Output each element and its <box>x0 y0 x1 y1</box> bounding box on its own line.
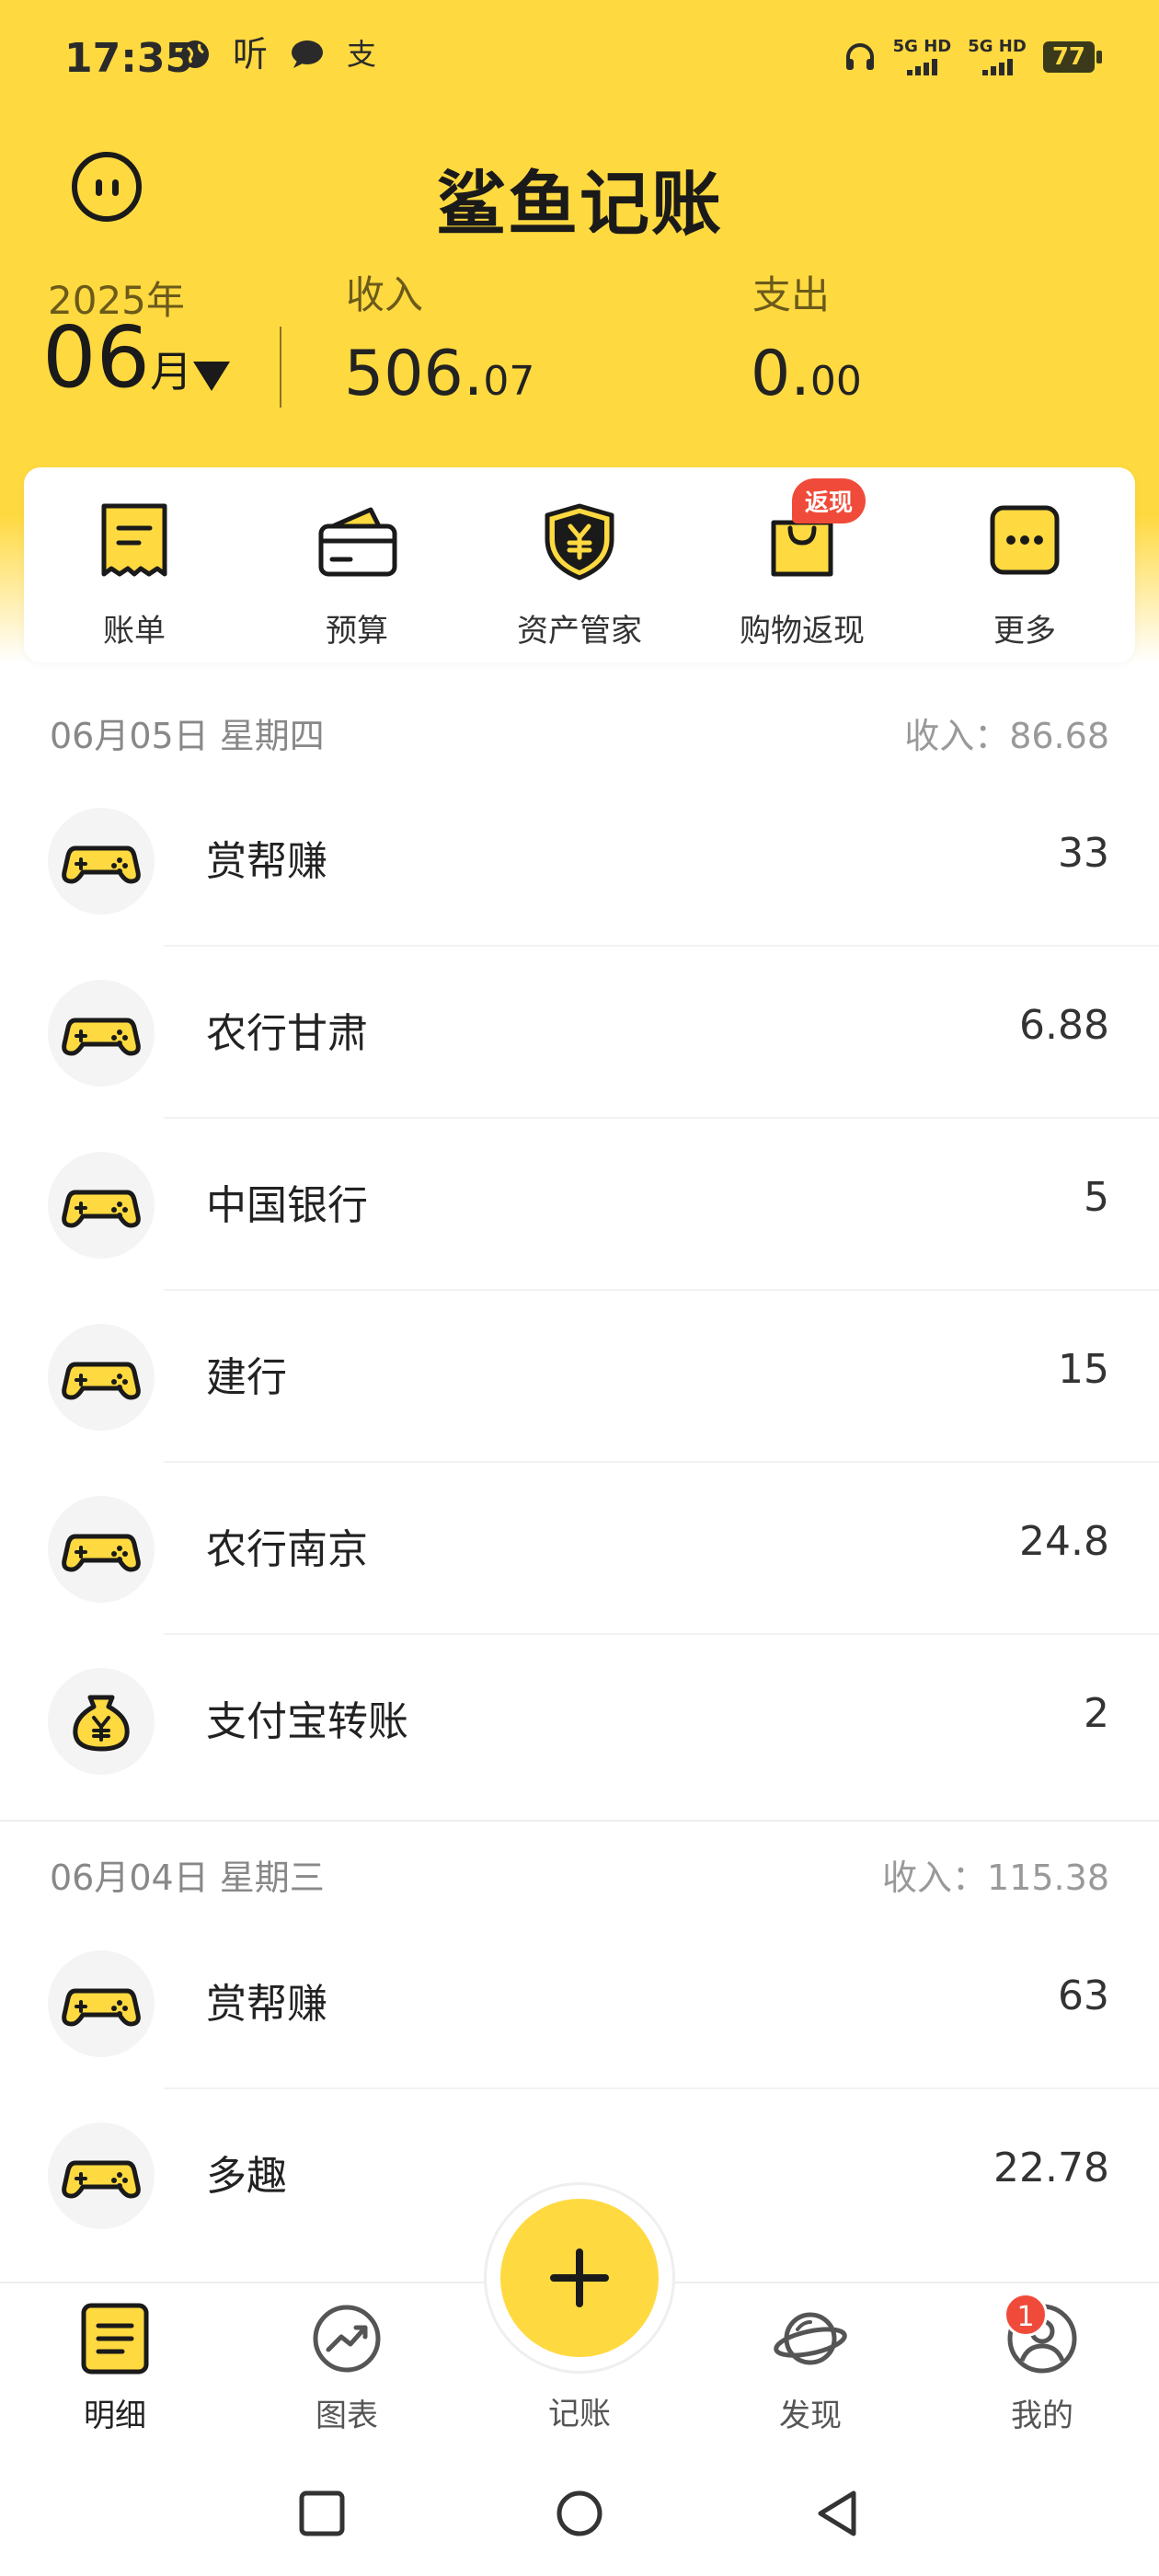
transaction-name: 多趣 <box>206 2153 287 2200</box>
tab-detail[interactable]: 明细 <box>23 2302 207 2435</box>
transaction-row[interactable]: 中国银行 5 <box>0 1119 1159 1291</box>
chart-trend-icon <box>313 2305 381 2373</box>
transaction-amount: 6.88 <box>1019 1002 1109 1049</box>
category-icon <box>48 980 155 1087</box>
title-bar: 鲨鱼记账 <box>0 138 1159 245</box>
transaction-name: 赏帮赚 <box>206 1981 327 2028</box>
chat-bubble-icon <box>292 40 324 68</box>
battery-indicator: 77 <box>1042 41 1103 73</box>
category-icon <box>48 1496 155 1603</box>
expense-value: 0.00 <box>751 338 862 410</box>
app-title: 鲨鱼记账 <box>436 163 723 245</box>
transaction-amount: 5 <box>1084 1174 1109 1221</box>
category-icon <box>48 2122 155 2229</box>
gamepad-icon <box>62 2160 141 2199</box>
tab-chart[interactable]: 图表 <box>255 2302 439 2435</box>
headphones-icon <box>845 43 874 70</box>
transaction-name: 农行南京 <box>206 1526 368 1573</box>
transaction-amount: 24.8 <box>1019 1518 1109 1565</box>
transaction-name: 农行甘肃 <box>206 1010 368 1057</box>
day-date: 06月04日 星期三 <box>50 1857 325 1898</box>
category-icon <box>48 1950 155 2057</box>
section-divider <box>0 1820 1159 1822</box>
quick-action-shopping-cashback[interactable]: 返现 购物返现 <box>692 478 912 650</box>
detail-list-icon <box>81 2303 149 2375</box>
system-nav-bar <box>0 2447 1159 2576</box>
money-bag-icon <box>73 1695 130 1752</box>
status-bar: 17:35 听 支 5G HD 5G HD 77 <box>0 0 1159 120</box>
recent-apps-button[interactable] <box>298 2490 346 2537</box>
notification-badge: 1 <box>1004 2293 1048 2337</box>
ting-app-icon: 听 <box>233 34 269 75</box>
alipay-icon: 支 <box>347 37 377 72</box>
signal-sim2: 5G HD <box>968 39 1027 75</box>
day-income-total: 收入：86.68 <box>904 716 1109 756</box>
day-income-total: 收入：115.38 <box>882 1857 1109 1898</box>
gamepad-icon <box>62 1988 141 2027</box>
category-icon <box>48 1324 155 1431</box>
income-value: 506.07 <box>344 338 535 410</box>
expense-label: 支出 <box>752 272 831 317</box>
transaction-name: 赏帮赚 <box>206 838 327 885</box>
transaction-row[interactable]: 建行 15 <box>0 1291 1159 1463</box>
category-icon <box>48 1668 155 1775</box>
transaction-row[interactable]: 赏帮赚 63 <box>0 1917 1159 2089</box>
transaction-name: 中国银行 <box>206 1182 368 1229</box>
add-record-button[interactable] <box>500 2199 659 2357</box>
transaction-amount: 22.78 <box>993 2145 1109 2191</box>
transaction-amount: 33 <box>1058 830 1109 877</box>
quick-actions-card: 账单 预算 资产管家 返现 购物返现 更多 <box>24 467 1135 662</box>
gamepad-icon <box>62 1018 141 1056</box>
month-summary: 2025年 06月 收入 506.07 支出 0.00 <box>0 262 1159 409</box>
gamepad-icon <box>62 845 141 884</box>
gamepad-icon <box>62 1534 141 1572</box>
transaction-amount: 63 <box>1058 1972 1109 2019</box>
quick-action-asset-manager[interactable]: 资产管家 <box>469 500 690 650</box>
quick-action-budget[interactable]: 预算 <box>247 500 467 650</box>
month-selector[interactable]: 06月 <box>42 316 192 400</box>
status-icons-left: 听 支 <box>179 37 376 72</box>
home-button[interactable] <box>556 2490 603 2537</box>
transaction-name: 支付宝转账 <box>206 1698 408 1745</box>
transaction-amount: 15 <box>1058 1346 1109 1393</box>
gamepad-icon <box>62 1190 141 1228</box>
day-header: 06月04日 星期三 收入：115.38 <box>0 1836 1159 1910</box>
bill-icon <box>101 503 167 577</box>
day-header: 06月05日 星期四 收入：86.68 <box>0 695 1159 768</box>
planet-icon <box>774 2312 847 2365</box>
quick-action-bill[interactable]: 账单 <box>24 500 245 650</box>
gamepad-icon <box>62 1362 141 1400</box>
tab-discover[interactable]: 发现 <box>718 2302 902 2435</box>
transaction-row[interactable]: 农行南京 24.8 <box>0 1463 1159 1635</box>
back-button[interactable] <box>813 2490 861 2537</box>
category-icon <box>48 808 155 914</box>
cashback-badge: 返现 <box>791 478 866 523</box>
more-icon <box>990 505 1060 575</box>
day-date: 06月05日 星期四 <box>50 716 325 756</box>
month-value: 06 <box>42 308 151 407</box>
month-unit: 月 <box>150 347 193 397</box>
month-dropdown-icon[interactable] <box>193 362 230 391</box>
transaction-row[interactable]: 支付宝转账 2 <box>0 1635 1159 1807</box>
income-label: 收入 <box>346 272 424 317</box>
signal-sim1: 5G HD <box>893 39 951 75</box>
globe-icon <box>181 40 209 68</box>
tab-mine[interactable]: 1 我的 <box>950 2293 1134 2435</box>
status-icons-right: 5G HD 5G HD 77 <box>843 39 1103 75</box>
add-record-label: 记账 <box>548 2396 611 2432</box>
quick-action-more[interactable]: 更多 <box>914 500 1135 650</box>
transaction-name: 建行 <box>206 1354 287 1401</box>
transaction-row[interactable]: 农行甘肃 6.88 <box>0 947 1159 1119</box>
category-icon <box>48 1152 155 1259</box>
transaction-row[interactable]: 赏帮赚 33 <box>0 775 1159 947</box>
summary-divider <box>280 327 281 408</box>
wallet-icon <box>318 507 397 577</box>
yuan-shield-icon <box>545 503 614 581</box>
status-time: 17:35 <box>64 35 194 82</box>
transaction-amount: 2 <box>1084 1690 1109 1737</box>
